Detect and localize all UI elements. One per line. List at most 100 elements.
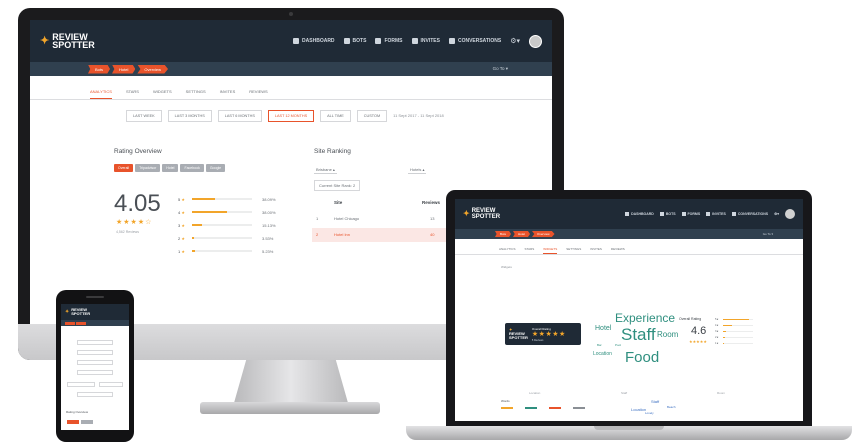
review-spotter-logo[interactable]: ✦ REVIEW SPOTTER [40, 33, 95, 50]
row-rank: 2 [316, 232, 319, 237]
filter-button[interactable] [77, 392, 113, 397]
breadcrumb-overview[interactable]: Overview [532, 231, 555, 237]
avatar[interactable] [529, 34, 542, 48]
rating-badge-widget[interactable]: ✦ REVIEW SPOTTER Overall Rating ★★★★★ 5 … [505, 323, 581, 345]
tab-settings[interactable]: SETTINGS [566, 244, 581, 254]
legend-swatch [501, 407, 513, 409]
nav-conversations[interactable]: CONVERSATIONS [448, 38, 501, 44]
review-spotter-logo[interactable]: ✦ REVIEW SPOTTER [463, 208, 500, 220]
rating-bar-row: 1 ★ 5.23% [178, 246, 278, 256]
breadcrumb-hotel[interactable]: Hotel [513, 231, 531, 237]
rating-bar-label: 1 ★ [178, 248, 185, 254]
tab-reviews[interactable]: REVIEWS [611, 244, 625, 254]
col-reviews: Reviews [422, 200, 441, 205]
legend-swatch [525, 407, 537, 409]
filter-button[interactable] [77, 370, 113, 375]
pill-facebook[interactable]: Facebook [180, 164, 204, 172]
word-cloud-word: Hotel [595, 325, 612, 332]
overall-rating-value: 4.6 [691, 325, 707, 337]
breadcrumb-item[interactable] [65, 321, 75, 325]
filter-button[interactable] [99, 382, 123, 387]
nav-conversations[interactable]: CONVERSATIONS [731, 212, 768, 216]
logo-line-2: SPOTTER [509, 335, 528, 340]
tab-invites[interactable]: INVITES [220, 84, 236, 99]
word-cloud-word: Staff [651, 399, 660, 404]
nav-invites[interactable]: INVITES [411, 38, 440, 44]
dashboard-icon [625, 212, 630, 216]
device-mockup-scene: ✦ REVIEW SPOTTER DASHBOARD BOTS FORMS IN… [0, 0, 852, 443]
pill-overall[interactable]: Overall [114, 164, 134, 172]
rating-bar-fill [723, 331, 726, 332]
star-icon: ★ [181, 196, 185, 202]
word-cloud-word: Experience [615, 311, 676, 325]
filter-last-12-months[interactable]: LAST 12 MONTHS [267, 110, 315, 122]
word-cloud-word: Staff [621, 325, 656, 344]
breadcrumb-bots[interactable]: Bots [88, 64, 111, 74]
nav-forms[interactable]: FORMS [681, 212, 700, 216]
footer-label: Staff [621, 391, 628, 395]
nav-bots[interactable]: BOTS [659, 212, 676, 216]
overall-rating-title: Overall Rating [679, 317, 702, 321]
tab-analytics[interactable]: ANALYTICS [499, 244, 515, 254]
tab-widgets[interactable]: WIDGETS [543, 244, 558, 254]
category-select[interactable]: Hotels ▴ [408, 166, 427, 174]
site-ranking-title: Site Ranking [314, 148, 351, 155]
rating-bar-row: 2★ [715, 335, 763, 340]
logo-line-2: SPOTTER [471, 214, 501, 220]
pill-hotel[interactable]: Hotel [162, 164, 179, 172]
tab-widgets[interactable]: WIDGETS [153, 84, 172, 99]
laptop-notch [594, 426, 664, 430]
review-spotter-logo[interactable]: ✦ REVIEW SPOTTER [65, 308, 90, 316]
rating-bar-row: 5★ [715, 317, 763, 322]
tab-stars[interactable]: STARS [524, 244, 534, 254]
pill-google[interactable]: Google [205, 164, 226, 172]
gear-icon[interactable]: ⚙▾ [774, 212, 779, 216]
rating-bar-label: 3★ [715, 330, 719, 333]
nav-dashboard[interactable]: DASHBOARD [293, 38, 335, 44]
pill-overall[interactable] [67, 420, 79, 424]
nav-dashboard[interactable]: DASHBOARD [625, 212, 654, 216]
section-tabs: ANALYTICS STARS WIDGETS SETTINGS INVITES… [455, 239, 803, 255]
filter-last-week[interactable]: LAST WEEK [126, 110, 162, 122]
tab-stars[interactable]: STARS [126, 84, 139, 99]
sparkle-icon: ✦ [40, 35, 50, 47]
filter-all-time[interactable]: ALL TIME [320, 110, 351, 122]
avatar[interactable] [785, 209, 795, 219]
rating-bar-track [192, 250, 252, 252]
invites-icon [706, 212, 711, 216]
filter-last-3-months[interactable]: LAST 3 MONTHS [167, 110, 212, 122]
row-reviews: 40 [430, 232, 435, 237]
rating-bar-fill [192, 250, 195, 252]
nav-invites[interactable]: INVITES [706, 212, 726, 216]
nav-forms[interactable]: FORMS [375, 38, 403, 44]
filter-button[interactable] [77, 350, 113, 355]
filter-button[interactable] [77, 340, 113, 345]
tab-reviews[interactable]: REVIEWS [249, 84, 267, 99]
pill-tripadvisor[interactable]: Tripadvisor [135, 164, 161, 172]
laptop-screen: ✦ REVIEW SPOTTER DASHBOARD BOTS FORMS IN… [455, 199, 803, 421]
breadcrumb-overview[interactable]: Overview [137, 64, 169, 74]
review-count: 4,562 Reviews [116, 230, 139, 234]
filter-button[interactable] [67, 382, 95, 387]
rating-bar-percent: 5.23% [262, 248, 274, 254]
breadcrumb-item[interactable] [76, 321, 86, 325]
word-cloud-word: Location [593, 351, 612, 357]
breadcrumb-bots[interactable]: Bots [495, 231, 512, 237]
breadcrumb-hotel[interactable]: Hotel [112, 64, 136, 74]
goto-dropdown[interactable]: Go To ▾ [493, 66, 508, 72]
filter-button[interactable] [77, 360, 113, 365]
pill-source[interactable] [81, 420, 93, 424]
tab-analytics[interactable]: ANALYTICS [90, 84, 112, 99]
rating-bar-track [192, 224, 252, 226]
rating-bar-label: 2★ [715, 336, 719, 339]
rating-bar-track [723, 331, 753, 332]
filter-last-6-months[interactable]: LAST 6 MONTHS [217, 110, 262, 122]
tab-settings[interactable]: SETTINGS [186, 84, 206, 99]
nav-bots[interactable]: BOTS [343, 38, 366, 44]
goto-dropdown[interactable]: Go To ▾ [763, 232, 773, 236]
filter-custom[interactable]: CUSTOM [356, 110, 388, 122]
laptop-nav-items: DASHBOARD BOTS FORMS INVITES CONVERSATIO… [625, 209, 795, 219]
gear-icon[interactable]: ⚙▾ [510, 37, 520, 45]
tab-invites[interactable]: INVITES [590, 244, 602, 254]
city-select[interactable]: Brisbane ▴ [314, 166, 337, 174]
